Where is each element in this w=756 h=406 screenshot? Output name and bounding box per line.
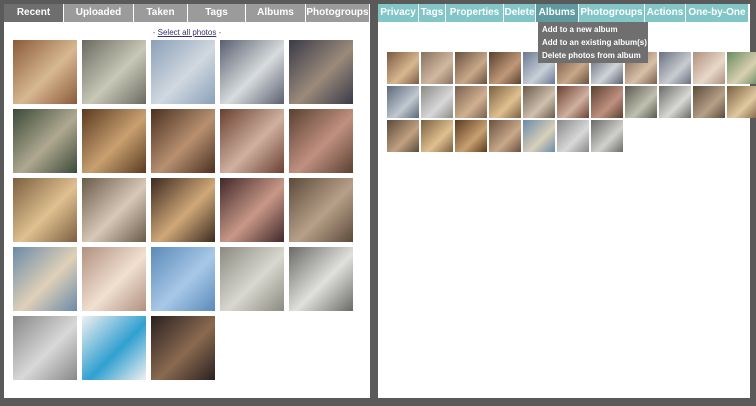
- photo-laptop-desk[interactable]: [13, 316, 77, 380]
- tab-recent[interactable]: Recent: [4, 4, 64, 22]
- select-all-suffix: -: [216, 28, 222, 37]
- photo-group-dinner[interactable]: [82, 109, 146, 173]
- photo-city-panorama[interactable]: [220, 40, 284, 104]
- selected-photo[interactable]: [659, 52, 691, 84]
- selected-photo[interactable]: [387, 52, 419, 84]
- photo-woman-cap[interactable]: [220, 178, 284, 242]
- menu-item-delete-photos-from-album[interactable]: Delete photos from album: [538, 49, 648, 62]
- albums-dropdown-menu: Add to a new album Add to an existing alb…: [538, 22, 648, 63]
- photo-web-page[interactable]: [82, 316, 146, 380]
- selected-photo[interactable]: [591, 86, 623, 118]
- tab-properties[interactable]: Properties: [446, 4, 504, 22]
- tab-actions[interactable]: Actions: [645, 4, 686, 22]
- photo-party-sofa[interactable]: [220, 109, 284, 173]
- select-all-row: - Select all photos -: [4, 28, 370, 37]
- tab-albums[interactable]: Albums: [246, 4, 306, 22]
- left-tab-bar: Recent Uploaded Taken Tags Albums Photogroups: [4, 4, 370, 22]
- photo-attic-room[interactable]: [289, 247, 353, 311]
- photo-men-cooking[interactable]: [82, 178, 146, 242]
- tab-delete[interactable]: Delete: [504, 4, 536, 22]
- selected-photo[interactable]: [557, 86, 589, 118]
- selected-photo[interactable]: [421, 52, 453, 84]
- select-all-photos-link[interactable]: Select all photos: [158, 28, 217, 37]
- photo-people-at-table[interactable]: [13, 40, 77, 104]
- tab-photogroups[interactable]: Photogroups: [579, 4, 645, 22]
- menu-item-add-to-a-new-album[interactable]: Add to a new album: [538, 23, 648, 36]
- selected-photo[interactable]: [489, 120, 521, 152]
- selected-photo[interactable]: [693, 86, 725, 118]
- photo-empty-room[interactable]: [220, 247, 284, 311]
- selected-photo[interactable]: [387, 120, 419, 152]
- selected-photo[interactable]: [421, 120, 453, 152]
- selected-photo[interactable]: [489, 52, 521, 84]
- selected-photo[interactable]: [591, 120, 623, 152]
- photo-dinner-table[interactable]: [151, 109, 215, 173]
- tab-photogroups[interactable]: Photogroups: [306, 4, 370, 22]
- right-tab-bar: Privacy Tags Properties Delete Albums Photogr…: [378, 4, 749, 22]
- selected-photo[interactable]: [727, 86, 756, 118]
- photo-woman-sitting[interactable]: [13, 109, 77, 173]
- tab-tags[interactable]: Tags: [419, 4, 446, 22]
- tab-albums[interactable]: Albums: [536, 4, 579, 22]
- selected-photo[interactable]: [455, 120, 487, 152]
- selected-photo[interactable]: [557, 120, 589, 152]
- photo-baby-blue-hat[interactable]: [13, 247, 77, 311]
- selected-photo[interactable]: [659, 86, 691, 118]
- photo-harbor-view[interactable]: [151, 40, 215, 104]
- photo-baby-closeup[interactable]: [82, 247, 146, 311]
- selected-photo[interactable]: [387, 86, 419, 118]
- photo-chandelier[interactable]: [289, 40, 353, 104]
- photo-woman-standing[interactable]: [289, 109, 353, 173]
- photo-blonde-woman[interactable]: [13, 178, 77, 242]
- menu-item-add-to-an-existing-album-s[interactable]: Add to an existing album(s): [538, 36, 648, 49]
- photo-concert[interactable]: [151, 316, 215, 380]
- tab-tags[interactable]: Tags: [188, 4, 246, 22]
- selected-photo[interactable]: [455, 52, 487, 84]
- recent-photos-panel: Recent Uploaded Taken Tags Albums Photogroups…: [4, 4, 370, 398]
- photo-face-painting[interactable]: [289, 178, 353, 242]
- tab-one-by-one[interactable]: One-by-One: [686, 4, 749, 22]
- selected-photo[interactable]: [489, 86, 521, 118]
- selected-photo[interactable]: [455, 86, 487, 118]
- selected-photo[interactable]: [523, 86, 555, 118]
- selected-photo[interactable]: [523, 120, 555, 152]
- tab-privacy[interactable]: Privacy: [378, 4, 419, 22]
- photo-man-by-window[interactable]: [82, 40, 146, 104]
- selection-panel: Privacy Tags Properties Delete Albums Photogr…: [378, 4, 756, 398]
- selected-photo[interactable]: [421, 86, 453, 118]
- photo-woman-headband[interactable]: [151, 178, 215, 242]
- photo-blue-document[interactable]: [151, 247, 215, 311]
- selected-photo[interactable]: [727, 52, 756, 84]
- selected-photo[interactable]: [693, 52, 725, 84]
- tab-taken[interactable]: Taken: [134, 4, 188, 22]
- tab-uploaded[interactable]: Uploaded: [64, 4, 134, 22]
- selected-photo[interactable]: [625, 86, 657, 118]
